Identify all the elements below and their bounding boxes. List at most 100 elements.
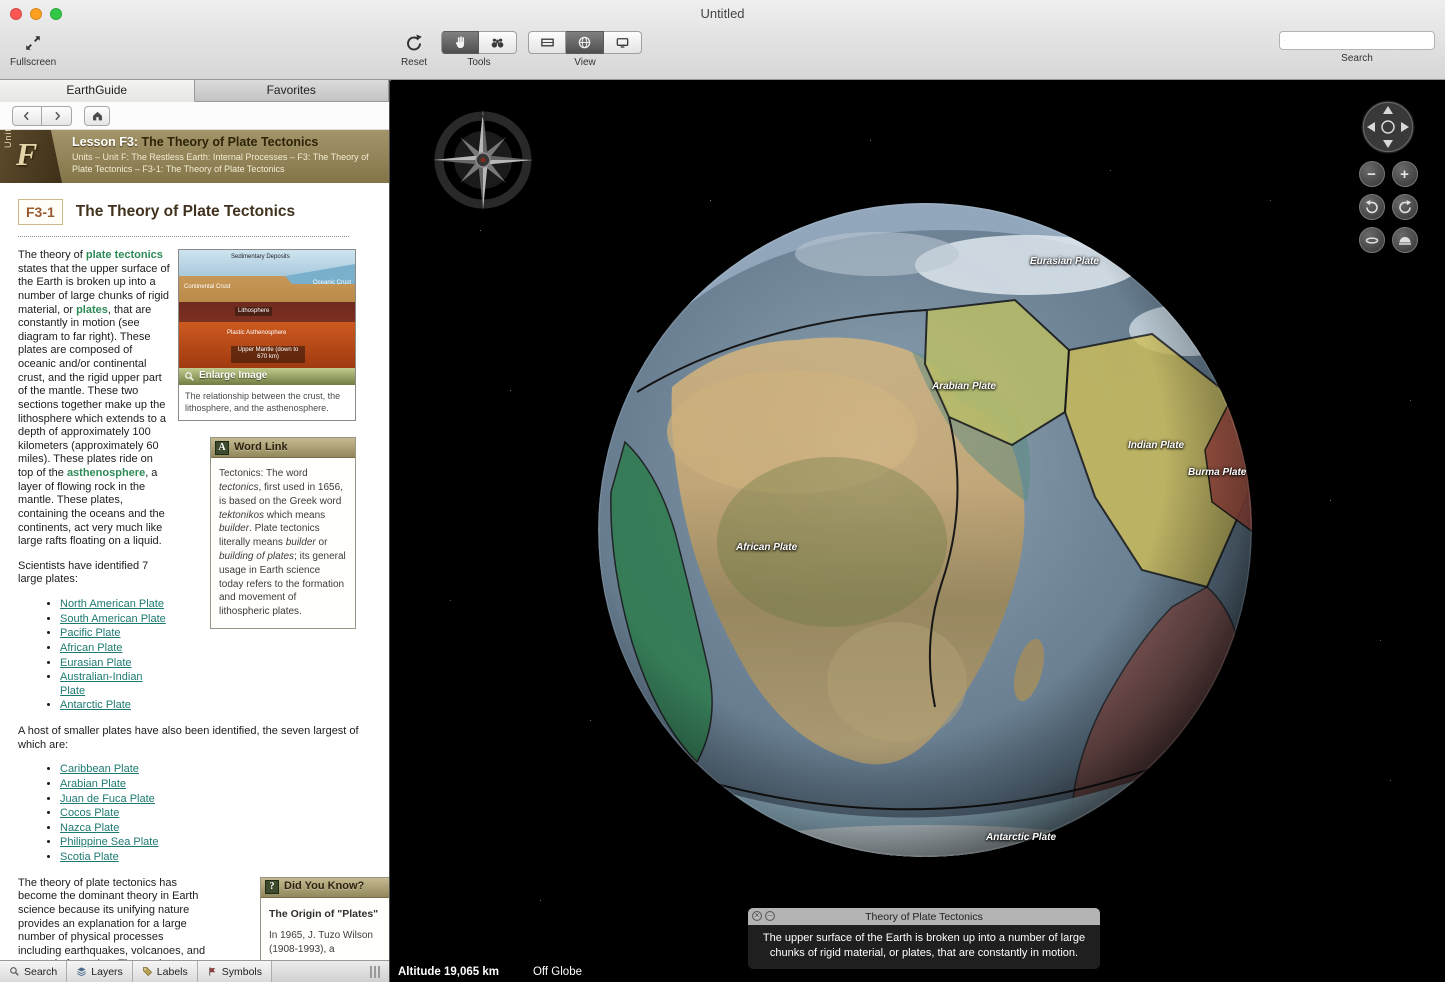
plate-list-item: Antarctic Plate — [60, 699, 170, 713]
inline-link[interactable]: asthenosphere — [67, 467, 145, 479]
tab-layers[interactable]: Layers — [67, 961, 133, 982]
rotate-cw-button[interactable] — [1392, 194, 1418, 220]
tools-segmented-control — [441, 31, 517, 54]
plate-link[interactable]: Nazca Plate — [60, 822, 119, 834]
plate-list-item: Australian-Indian Plate — [60, 671, 170, 698]
tab-favorites[interactable]: Favorites — [195, 80, 390, 102]
forward-button[interactable] — [42, 106, 72, 126]
plate-link[interactable]: Juan de Fuca Plate — [60, 793, 155, 805]
close-window-button[interactable] — [10, 8, 22, 20]
tilt-dome-button[interactable] — [1392, 227, 1418, 253]
plate-link[interactable]: Australian-Indian Plate — [60, 671, 143, 697]
italic-term: tectonics — [219, 482, 258, 493]
tab-labels-label: Labels — [157, 966, 188, 978]
zoom-out-button[interactable]: − — [1359, 161, 1385, 187]
monitor-icon — [615, 35, 630, 50]
minimize-window-button[interactable] — [30, 8, 42, 20]
word-link-icon: A — [215, 441, 229, 455]
zoom-in-button[interactable]: + — [1392, 161, 1418, 187]
text-run: or — [316, 537, 328, 548]
plate-list-item: African Plate — [60, 642, 170, 656]
reset-button[interactable] — [395, 31, 433, 54]
toolbar-search-field[interactable] — [1279, 31, 1435, 50]
popup-window-buttons: × – — [752, 911, 775, 921]
plate-link[interactable]: Antarctic Plate — [60, 699, 131, 711]
popup-close-button[interactable]: × — [752, 911, 762, 921]
rotate-ccw-button[interactable] — [1359, 194, 1385, 220]
search-icon — [1284, 34, 1285, 47]
tilt-dome-icon — [1397, 232, 1413, 248]
search-input[interactable] — [1288, 35, 1430, 47]
figure-label-lithosphere: Lithosphere — [235, 307, 272, 316]
tab-symbols[interactable]: Symbols — [198, 961, 272, 982]
zoom-window-button[interactable] — [50, 8, 62, 20]
plate-link[interactable]: Philippine Sea Plate — [60, 836, 158, 848]
sidebar: EarthGuide Favorites — [0, 80, 390, 982]
screen-view-button[interactable] — [604, 31, 642, 54]
plate-label-indian: Indian Plate — [1128, 440, 1184, 451]
plate-list-item: South American Plate — [60, 613, 170, 627]
globe-icon — [577, 35, 592, 50]
titlebar[interactable]: Untitled — [0, 0, 1445, 28]
section-number: F3-1 — [18, 199, 63, 225]
plate-label-burma: Burma Plate — [1188, 467, 1246, 478]
home-button[interactable] — [84, 106, 110, 126]
info-popup-titlebar[interactable]: × – Theory of Plate Tectonics — [748, 908, 1100, 925]
figure-caption: The relationship between the crust, the … — [179, 385, 355, 420]
plate-link[interactable]: Arabian Plate — [60, 778, 126, 790]
plate-link[interactable]: Pacific Plate — [60, 627, 121, 639]
large-plates-list: North American Plate South American Plate… — [60, 598, 170, 713]
inline-link[interactable]: plate tectonics — [86, 249, 163, 261]
crust-diagram-image[interactable]: Sedimentary Deposits Oceanic Crust Conti… — [179, 250, 355, 368]
back-button[interactable] — [12, 106, 42, 126]
section-heading: F3-1 The Theory of Plate Tectonics — [18, 199, 349, 237]
did-you-know-body: The Origin of "Plates" In 1965, J. Tuzo … — [261, 898, 389, 960]
lesson-number: Lesson F3: — [72, 135, 138, 149]
word-link-body: Tectonics: The word tectonics, first use… — [211, 458, 355, 628]
plate-link[interactable]: Eurasian Plate — [60, 657, 132, 669]
lesson-text-column-2: The theory of plate tectonics has become… — [18, 877, 208, 960]
plate-list-item: Nazca Plate — [60, 822, 379, 836]
plate-link[interactable]: Cocos Plate — [60, 807, 119, 819]
enlarge-image-button[interactable]: Enlarge Image — [179, 368, 355, 385]
app-window: Untitled Fullscreen — [0, 0, 1445, 982]
paragraph-small-plates: A host of smaller plates have also been … — [18, 725, 379, 752]
plate-link[interactable]: Scotia Plate — [60, 851, 119, 863]
lesson-header: Unit F Lesson F3: The Theory of Plate Te… — [0, 130, 389, 183]
tab-earthguide[interactable]: EarthGuide — [0, 80, 195, 102]
inspect-tool-button[interactable] — [479, 31, 517, 54]
view-control: View — [528, 31, 642, 68]
popup-minimize-button[interactable]: – — [765, 911, 775, 921]
unit-word: Unit — [3, 128, 13, 148]
earth-globe[interactable] — [597, 202, 1253, 858]
reset-label: Reset — [401, 57, 427, 68]
plate-link[interactable]: African Plate — [60, 642, 122, 654]
tilt-flat-button[interactable] — [1359, 227, 1385, 253]
enlarge-image-label: Enlarge Image — [199, 370, 267, 382]
plate-label-eurasian: Eurasian Plate — [1030, 256, 1099, 267]
flat-view-button[interactable] — [528, 31, 566, 54]
italic-term: building of plates — [219, 551, 294, 562]
toolbar: Fullscreen Reset — [0, 28, 1445, 79]
paragraph-intro: The theory of plate tectonics states tha… — [18, 249, 170, 549]
globe-viewport[interactable]: Eurasian Plate Arabian Plate Indian Plat… — [390, 80, 1445, 982]
pan-tool-button[interactable] — [441, 31, 479, 54]
plate-link[interactable]: North American Plate — [60, 598, 164, 610]
paragraph-dominant-theory: The theory of plate tectonics has become… — [18, 877, 208, 960]
did-you-know-box: ? Did You Know? The Origin of "Plates" I… — [260, 877, 389, 960]
reset-icon — [404, 33, 424, 53]
tab-search[interactable]: Search — [0, 961, 67, 982]
fullscreen-button[interactable] — [14, 31, 52, 54]
pan-control[interactable] — [1361, 100, 1415, 154]
inline-link[interactable]: plates — [76, 304, 108, 316]
layers-icon — [76, 966, 87, 977]
view-label: View — [574, 57, 596, 68]
rotate-ccw-icon — [1364, 199, 1380, 215]
plate-link[interactable]: South American Plate — [60, 613, 166, 625]
sidebar-bottom-tabs: Search Layers Labels — [0, 960, 389, 982]
plate-link[interactable]: Caribbean Plate — [60, 763, 139, 775]
panel-resize-grip[interactable] — [370, 966, 382, 978]
fullscreen-label: Fullscreen — [10, 57, 56, 68]
tab-labels[interactable]: Labels — [133, 961, 198, 982]
globe-view-button[interactable] — [566, 31, 604, 54]
